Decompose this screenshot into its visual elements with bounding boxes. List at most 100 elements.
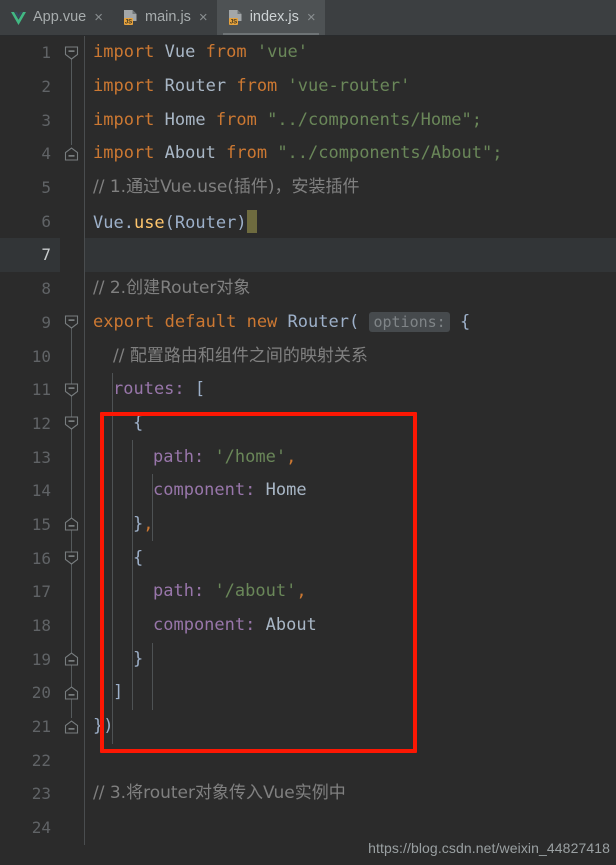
line-gutter[interactable]: 18 (0, 609, 60, 643)
line-gutter[interactable]: 2 (0, 70, 60, 104)
fold-column[interactable] (60, 811, 84, 845)
code-content[interactable]: Vue.use(Router) (84, 204, 616, 239)
code-line[interactable]: 23 // 3.将router对象传入Vue实例中 (0, 777, 616, 811)
code-content[interactable]: ] (84, 676, 616, 710)
line-gutter[interactable]: 13 (0, 440, 60, 474)
code-content[interactable]: } (84, 642, 616, 677)
tab-main-js[interactable]: JS main.js × (112, 0, 217, 35)
code-content[interactable]: import Home from "../components/Home"; (84, 103, 616, 138)
code-line[interactable]: 20 ] (0, 676, 616, 710)
fold-column[interactable] (60, 777, 84, 811)
line-gutter[interactable]: 9 (0, 306, 60, 340)
close-icon[interactable]: × (307, 10, 316, 25)
code-content[interactable]: export default new Router( options: { (84, 305, 616, 340)
fold-column[interactable] (60, 137, 84, 171)
fold-marker-down-icon[interactable] (63, 550, 80, 567)
line-gutter[interactable]: 21 (0, 710, 60, 744)
code-content[interactable]: { (84, 541, 616, 575)
code-line[interactable]: 9 export default new Router( options: { (0, 305, 616, 340)
code-line[interactable]: 15 }, (0, 507, 616, 542)
line-gutter[interactable]: 12 (0, 407, 60, 441)
code-line[interactable]: 12 { (0, 406, 616, 441)
line-gutter[interactable]: 10 (0, 339, 60, 373)
line-gutter[interactable]: 17 (0, 575, 60, 609)
code-line[interactable]: 19 } (0, 642, 616, 677)
code-content[interactable]: }) (84, 709, 616, 744)
close-icon[interactable]: × (94, 10, 103, 25)
code-line[interactable]: 13 path: '/home', (0, 440, 616, 474)
fold-column[interactable] (60, 575, 84, 609)
code-content[interactable]: // 2.创建Router对象 (84, 271, 616, 306)
fold-column[interactable] (60, 406, 84, 441)
tab-app-vue[interactable]: App.vue × (0, 0, 112, 35)
line-gutter[interactable]: 22 (0, 743, 60, 777)
line-gutter[interactable]: 3 (0, 103, 60, 137)
code-line[interactable]: 2 import Router from 'vue-router' (0, 69, 616, 104)
code-line[interactable]: 21 }) (0, 709, 616, 744)
fold-marker-up-icon[interactable] (63, 145, 80, 162)
code-content[interactable]: component: About (84, 608, 616, 643)
line-gutter[interactable]: 20 (0, 676, 60, 710)
code-content[interactable] (84, 743, 616, 778)
fold-column[interactable] (60, 238, 84, 272)
fold-marker-up-icon[interactable] (63, 651, 80, 668)
code-content[interactable]: routes: [ (84, 372, 616, 407)
code-content[interactable]: path: '/home', (84, 440, 616, 474)
code-editor[interactable]: 1 import Vue from 'vue' 2 import Router … (0, 36, 616, 865)
line-gutter[interactable]: 15 (0, 508, 60, 542)
code-content[interactable] (84, 238, 616, 272)
line-gutter[interactable]: 11 (0, 373, 60, 407)
code-line[interactable]: 11 routes: [ (0, 372, 616, 407)
fold-marker-up-icon[interactable] (63, 718, 80, 735)
code-content[interactable]: path: '/about', (84, 575, 616, 609)
fold-column[interactable] (60, 272, 84, 306)
code-content[interactable]: }, (84, 507, 616, 542)
code-content[interactable]: // 配置路由和组件之间的映射关系 (84, 339, 616, 373)
line-gutter[interactable]: 5 (0, 171, 60, 205)
fold-column[interactable] (60, 103, 84, 138)
fold-column[interactable] (60, 642, 84, 677)
line-gutter[interactable]: 23 (0, 777, 60, 811)
code-content[interactable]: // 3.将router对象传入Vue实例中 (84, 777, 616, 811)
fold-marker-down-icon[interactable] (63, 44, 80, 61)
code-line[interactable]: 17 path: '/about', (0, 575, 616, 609)
code-line[interactable]: 22 (0, 743, 616, 778)
fold-column[interactable] (60, 676, 84, 710)
fold-column[interactable] (60, 608, 84, 643)
close-icon[interactable]: × (199, 10, 208, 25)
code-content[interactable]: import Vue from 'vue' (84, 36, 616, 70)
line-gutter[interactable]: 7 (0, 238, 60, 272)
line-gutter[interactable]: 14 (0, 474, 60, 508)
fold-marker-down-icon[interactable] (63, 415, 80, 432)
fold-column[interactable] (60, 339, 84, 373)
line-gutter[interactable]: 1 (0, 36, 60, 70)
code-content[interactable]: import About from "../components/About"; (84, 137, 616, 171)
fold-marker-down-icon[interactable] (63, 314, 80, 331)
code-line[interactable]: 8 // 2.创建Router对象 (0, 271, 616, 306)
code-content[interactable]: // 1.通过Vue.use(插件)，安装插件 (84, 170, 616, 205)
code-line[interactable]: 3 import Home from "../components/Home"; (0, 103, 616, 138)
line-gutter[interactable]: 19 (0, 642, 60, 676)
fold-column[interactable] (60, 69, 84, 104)
fold-column[interactable] (60, 743, 84, 777)
fold-column[interactable] (60, 709, 84, 744)
code-content[interactable]: import Router from 'vue-router' (84, 69, 616, 104)
fold-column[interactable] (60, 473, 84, 508)
code-line[interactable]: 18 component: About (0, 608, 616, 643)
line-gutter[interactable]: 24 (0, 811, 60, 845)
fold-column[interactable] (60, 507, 84, 542)
line-gutter[interactable]: 4 (0, 137, 60, 171)
code-line[interactable]: 14 component: Home (0, 473, 616, 508)
fold-marker-down-icon[interactable] (63, 381, 80, 398)
code-line[interactable]: 10 // 配置路由和组件之间的映射关系 (0, 339, 616, 373)
line-gutter[interactable]: 6 (0, 204, 60, 238)
code-line[interactable]: 4 import About from "../components/About… (0, 137, 616, 171)
code-line[interactable]: 5 // 1.通过Vue.use(插件)，安装插件 (0, 170, 616, 205)
code-line-current[interactable]: 7 (0, 238, 616, 272)
code-line[interactable]: 1 import Vue from 'vue' (0, 36, 616, 70)
line-gutter[interactable]: 16 (0, 541, 60, 575)
fold-marker-up-icon[interactable] (63, 516, 80, 533)
fold-column[interactable] (60, 440, 84, 474)
fold-column[interactable] (60, 204, 84, 238)
fold-column[interactable] (60, 306, 84, 340)
